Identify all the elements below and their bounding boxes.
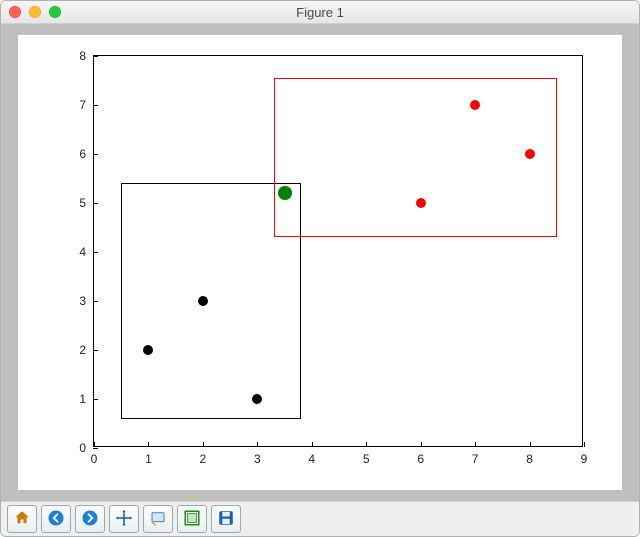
arrow-right-icon [81,509,99,530]
home-button[interactable] [7,505,37,533]
x-tick-label: 4 [308,446,315,466]
data-point [416,198,426,208]
move-icon [115,509,133,530]
y-tick-label: 4 [79,245,94,259]
figure-window: Figure 1 0123456780123456789 [0,0,640,537]
x-tick-label: 2 [200,446,207,466]
y-tick-label: 2 [79,343,94,357]
configure-subplots-button[interactable] [177,505,207,533]
x-tick-label: 1 [145,446,152,466]
close-icon[interactable] [9,6,21,18]
zoom-button[interactable] [143,505,173,533]
x-tick-label: 7 [472,446,479,466]
window-controls [1,6,61,18]
window-title: Figure 1 [1,5,639,20]
axes[interactable]: 0123456780123456789 [93,55,583,447]
data-point [143,345,153,355]
save-icon [217,509,235,530]
y-tick-label: 6 [79,147,94,161]
titlebar: Figure 1 [1,1,639,24]
zoom-icon [149,509,167,530]
x-tick-label: 0 [91,446,98,466]
y-tick-label: 5 [79,196,94,210]
home-icon [13,509,31,530]
x-tick-label: 9 [581,446,588,466]
red-box [274,78,557,237]
x-tick-label: 3 [254,446,261,466]
plot-pane: 0123456780123456789 [1,24,639,501]
data-point [470,100,480,110]
back-button[interactable] [41,505,71,533]
save-button[interactable] [211,505,241,533]
y-tick-label: 1 [79,392,94,406]
data-point [525,149,535,159]
arrow-left-icon [47,509,65,530]
y-tick-label: 3 [79,294,94,308]
minimize-icon[interactable] [29,6,41,18]
x-tick-label: 5 [363,446,370,466]
pan-button[interactable] [109,505,139,533]
subplots-icon [183,509,201,530]
data-point [278,186,292,200]
y-tick-label: 8 [79,49,94,63]
forward-button[interactable] [75,505,105,533]
data-point [198,296,208,306]
y-tick-label: 7 [79,98,94,112]
x-tick-label: 8 [526,446,533,466]
x-tick-label: 6 [417,446,424,466]
zoom-window-icon[interactable] [49,6,61,18]
data-point [252,394,262,404]
plot-surface: 0123456780123456789 [18,35,622,490]
toolbar [1,501,639,536]
